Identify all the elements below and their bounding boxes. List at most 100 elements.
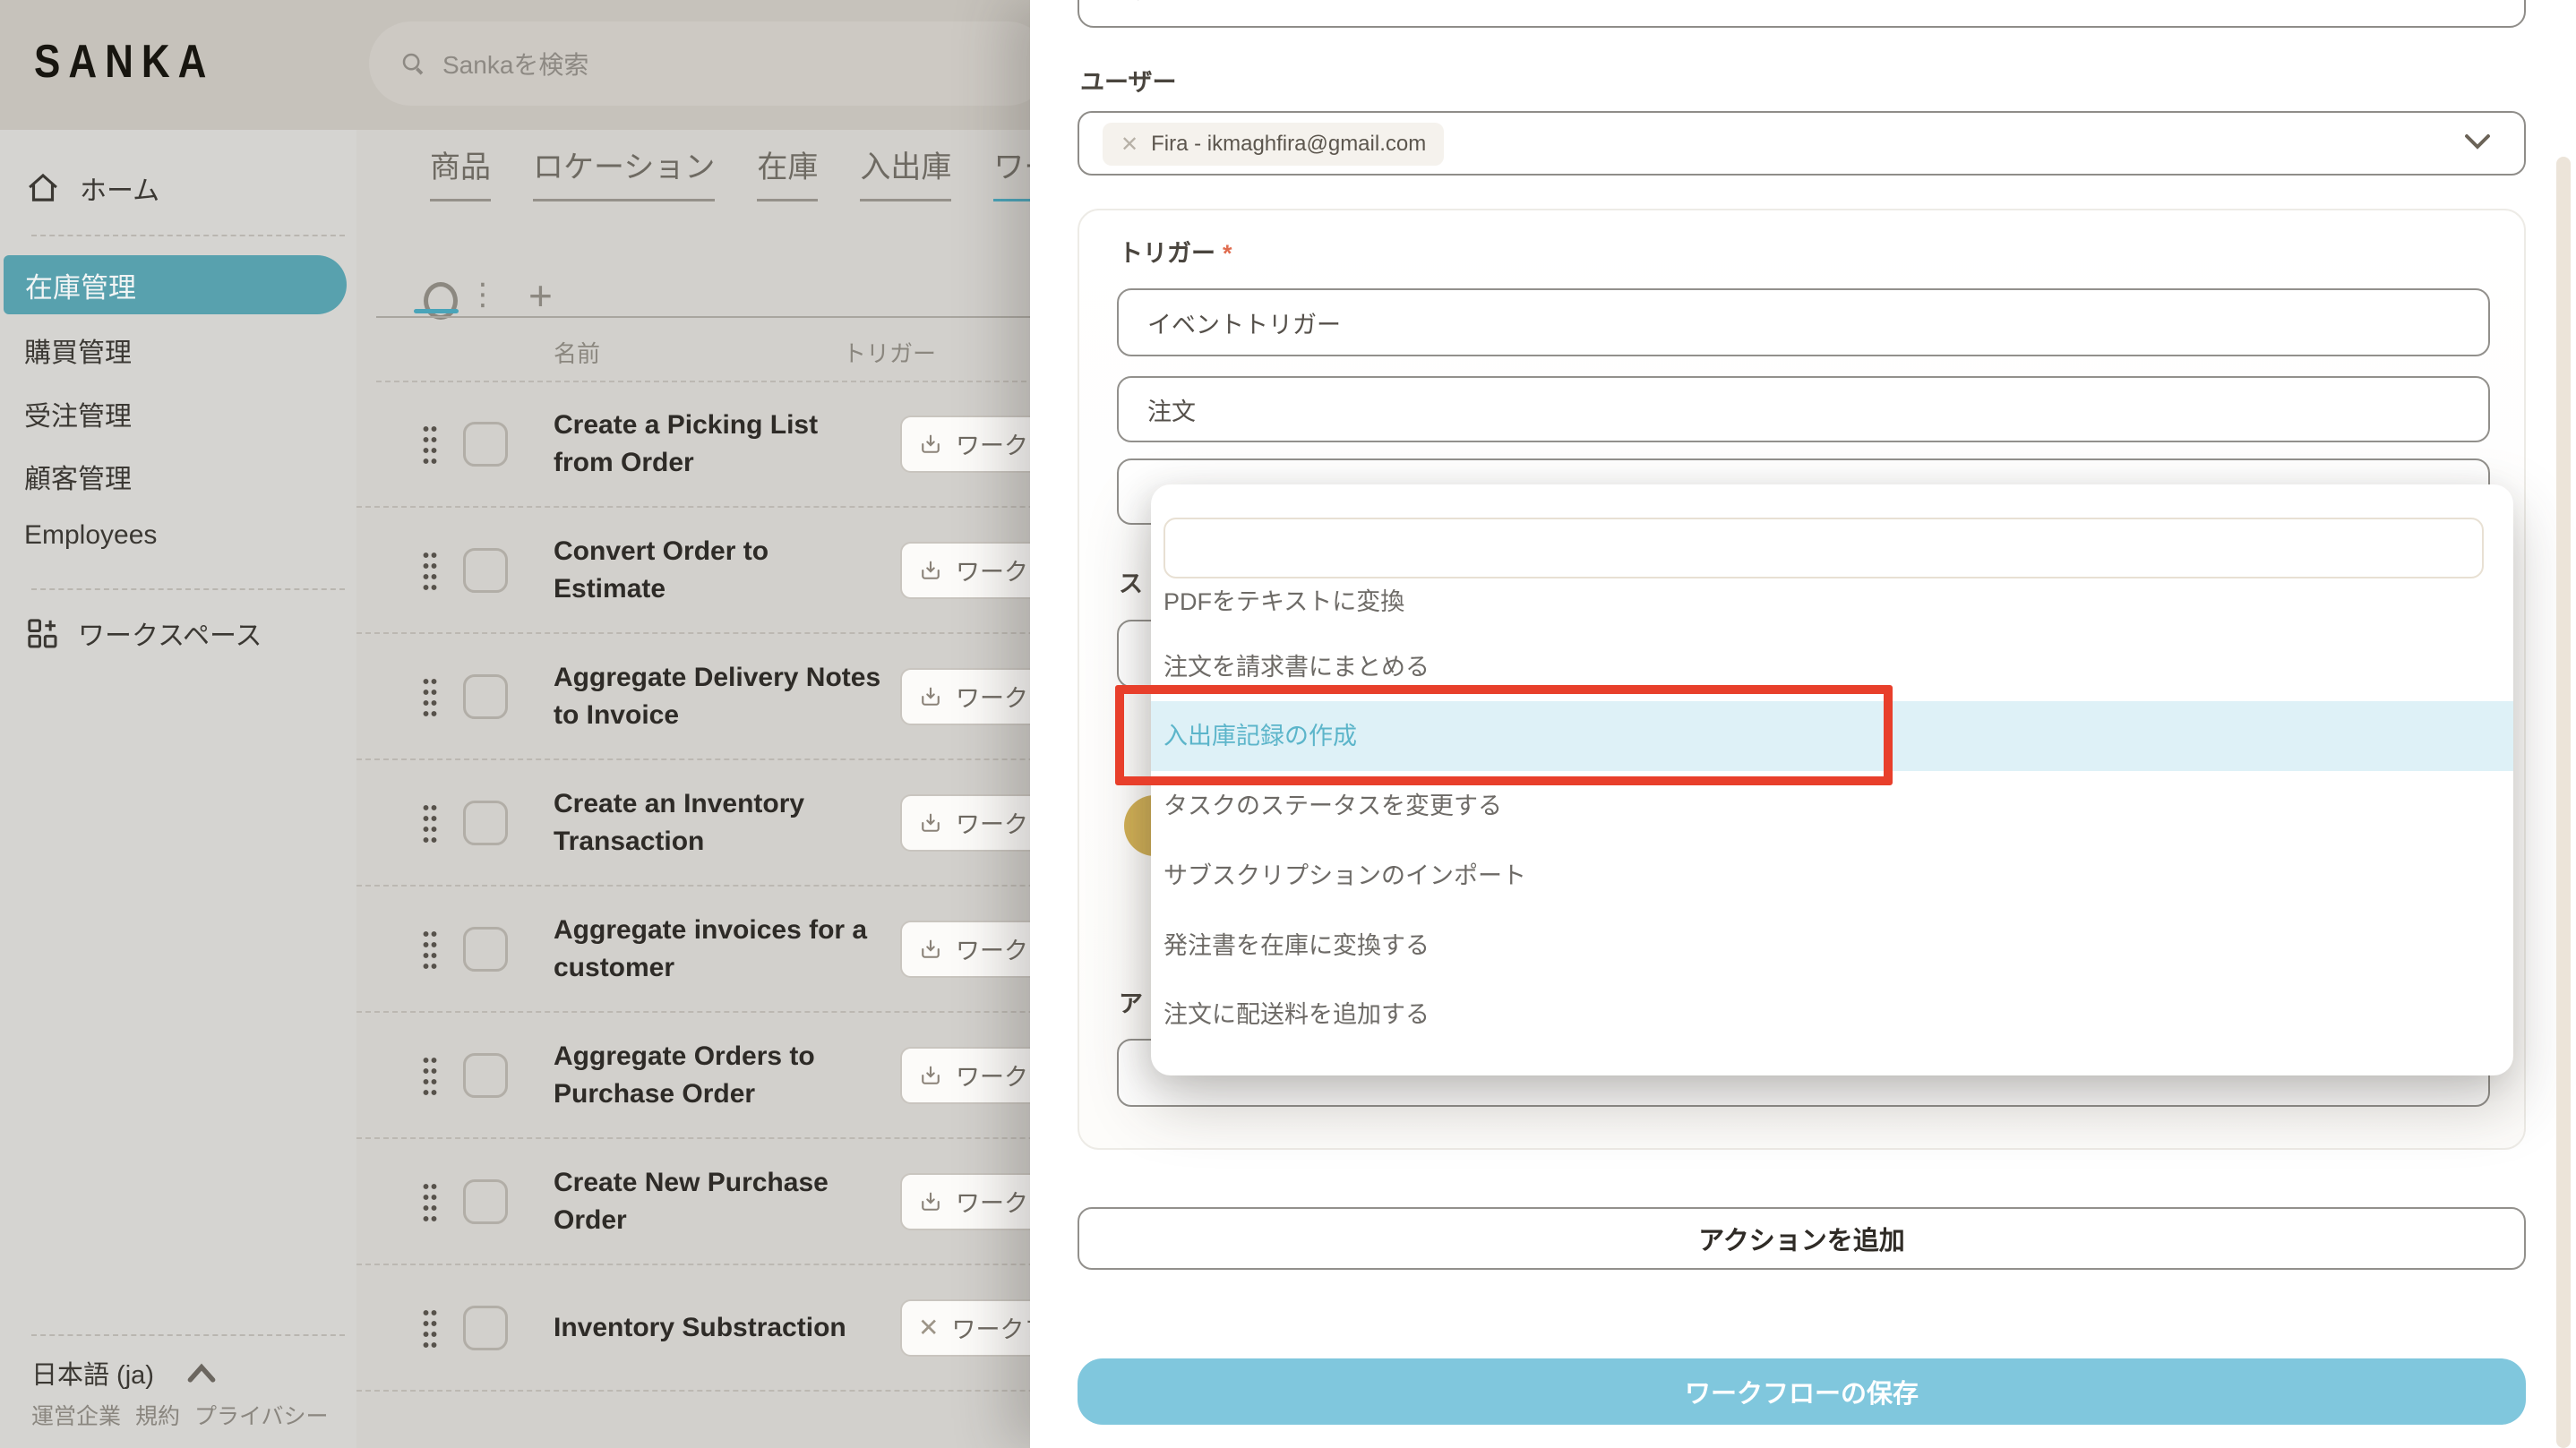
sidebar-item-label: 顧客管理 [24,457,132,496]
dropdown-option[interactable]: 発注書を在庫に変換する [1151,911,2513,981]
workflow-name: Create a Picking List from Order [554,407,885,482]
search-input[interactable]: Sankaを検索 [369,21,1050,106]
sidebar-item-employees[interactable]: Employees [24,520,381,551]
active-view-underline [414,309,459,313]
tray-download-icon [918,432,943,457]
tray-download-icon [918,684,943,709]
sidebar-item-workspace[interactable]: ワークスペース [24,613,381,653]
tab-products[interactable]: 商品 [430,142,491,201]
trigger-label-text: トリガー [1119,240,1215,267]
sidebar-item-inventory[interactable]: 在庫管理 [4,255,347,314]
chevron-down-icon[interactable] [2461,131,2494,152]
trigger-type-input[interactable]: イベントトリガー [1117,288,2490,356]
language-selector[interactable]: 日本語 (ja) [31,1354,219,1392]
annotation-highlight-box [1115,685,1893,785]
workflow-name: Inventory Substraction [554,1309,885,1347]
column-name: 名前 [554,336,600,369]
language-label: 日本語 (ja) [31,1354,154,1392]
scrollbar-thumb[interactable] [2556,157,2571,1448]
sanka-logo: SANKA [34,36,214,89]
sidebar: ホーム 在庫管理 購買管理 受注管理 顧客管理 Employees [0,130,357,1448]
workflow-name: Create an Inventory Transaction [554,785,885,861]
sidebar-item-purchasing[interactable]: 購買管理 [24,330,381,370]
link-privacy[interactable]: プライバシー [194,1399,329,1431]
view-menu-icon[interactable]: ⋮ [468,277,498,313]
sidebar-item-customers[interactable]: 顧客管理 [24,457,381,496]
dropdown-option[interactable]: PDFをテキストに変換 [1151,585,2513,637]
sidebar-item-label: 購買管理 [24,330,132,370]
row-checkbox[interactable] [463,801,508,845]
add-view-icon[interactable]: + [528,271,553,320]
row-checkbox[interactable] [463,548,508,593]
row-checkbox[interactable] [463,927,508,972]
sidebar-item-label: Employees [24,520,157,551]
action-label-clipped: ア [1119,984,1143,1019]
dropdown-search-input[interactable] [1163,518,2484,578]
row-checkbox[interactable] [463,1053,508,1098]
sidebar-item-orders[interactable]: 受注管理 [24,394,381,433]
trigger-label: トリガー * [1119,234,1232,269]
tray-download-icon [918,937,943,962]
home-icon [24,169,62,207]
tray-download-icon [918,1189,943,1214]
dropdown-option[interactable]: 注文に配送料を追加する [1151,980,2513,1050]
tray-download-icon [918,1063,943,1088]
dropdown-option[interactable]: サブスクリプションのインポート [1151,841,2513,911]
row-checkbox[interactable] [463,674,508,719]
drag-handle-icon[interactable] [422,929,438,970]
workflow-name: Aggregate Orders to Purchase Order [554,1038,885,1113]
divider [31,588,345,590]
row-checkbox[interactable] [463,422,508,467]
workflow-title-value: 在庫注文引き当て [1108,0,1330,5]
link-terms[interactable]: 規約 [135,1399,180,1431]
trigger-object-value: 注文 [1147,392,1196,427]
drag-handle-icon[interactable] [422,1181,438,1222]
search-placeholder: Sankaを検索 [442,46,588,81]
drag-handle-icon[interactable] [422,424,438,465]
workflow-name: Aggregate Delivery Notes to Invoice [554,659,885,734]
row-checkbox[interactable] [463,1179,508,1224]
drag-handle-icon[interactable] [422,1055,438,1096]
divider [31,235,345,236]
chevron-up-icon [185,1361,219,1384]
link-company[interactable]: 運営企業 [31,1399,121,1431]
divider [31,1334,345,1336]
view-tab-icon[interactable] [424,282,458,320]
drag-handle-icon[interactable] [422,550,438,591]
user-chip-label: Fira - ikmaghfira@gmail.com [1151,132,1426,157]
required-mark: * [1223,240,1232,267]
dropdown-option-list: PDFをテキストに変換 注文を請求書にまとめる 入出庫記録の作成 タスクのステー… [1151,585,2513,1070]
search-icon [399,50,426,77]
drag-handle-icon[interactable] [422,1307,438,1349]
sidebar-item-label: ホーム [80,168,159,208]
tray-download-icon [918,558,943,583]
workspace-icon [24,615,60,651]
user-select[interactable]: ✕ Fira - ikmaghfira@gmail.com [1078,111,2526,176]
workflow-name: Create New Purchase Order [554,1164,885,1239]
row-checkbox[interactable] [463,1306,508,1350]
drag-handle-icon[interactable] [422,802,438,844]
app-window: SANKA Sankaを検索 ホーム 在庫管理 購買管理 [0,0,2576,1448]
workflow-title-input[interactable]: 在庫注文引き当て [1078,0,2526,28]
user-chip: ✕ Fira - ikmaghfira@gmail.com [1103,123,1444,166]
drag-handle-icon[interactable] [422,676,438,717]
add-action-button[interactable]: アクションを追加 [1078,1207,2526,1270]
x-icon: ✕ [918,1313,939,1342]
tray-download-icon [918,810,943,835]
sidebar-item-label: ワークスペース [78,613,262,653]
sidebar-item-home[interactable]: ホーム [24,168,381,208]
tab-inout[interactable]: 入出庫 [860,142,951,201]
sidebar-item-label: 在庫管理 [25,265,136,305]
remove-icon[interactable]: ✕ [1121,132,1138,158]
workflow-name: Aggregate invoices for a customer [554,912,885,987]
tab-stock[interactable]: 在庫 [757,142,818,201]
save-workflow-button[interactable]: ワークフローの保存 [1078,1358,2526,1425]
column-trigger: トリガー [843,336,936,369]
steps-label-clipped: ス [1119,564,1143,599]
sidebar-item-label: 受注管理 [24,394,132,433]
user-field-label: ユーザー [1080,63,1176,98]
workflow-name: Convert Order to Estimate [554,533,885,608]
trigger-object-input[interactable]: 注文 [1117,376,2490,442]
tab-locations[interactable]: ロケーション [533,142,715,201]
trigger-type-value: イベントトリガー [1147,305,1341,340]
